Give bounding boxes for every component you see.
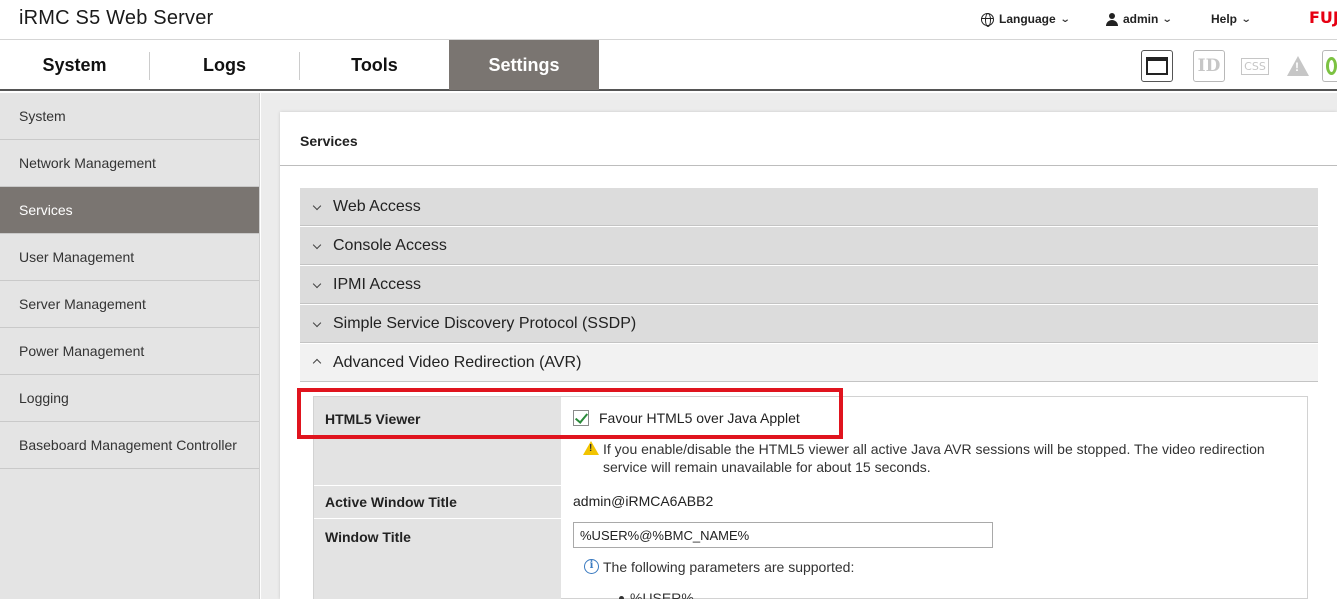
tab-system[interactable]: System [0, 40, 149, 90]
page-title: Services [300, 133, 358, 149]
sidebar-item-system[interactable]: System [0, 93, 259, 140]
console-window-icon [1146, 57, 1168, 75]
section-console-access[interactable]: Console Access [300, 227, 1318, 265]
html5-warning-text: If you enable/disable the HTML5 viewer a… [603, 441, 1265, 475]
row-divider [314, 518, 561, 519]
language-menu[interactable]: Language ⌄ [981, 12, 1071, 27]
section-avr[interactable]: Advanced Video Redirection (AVR) [300, 344, 1318, 382]
sidebar-item-network-management[interactable]: Network Management [0, 140, 259, 187]
chevron-down-icon: ⌄ [1162, 13, 1173, 25]
user-icon [1106, 12, 1118, 26]
section-label: Web Access [333, 197, 421, 215]
user-menu[interactable]: admin ⌄ [1106, 12, 1173, 26]
sidebar-item-baseboard-management-controller[interactable]: Baseboard Management Controller [0, 422, 259, 469]
chevron-down-icon [300, 279, 333, 290]
warning-icon [583, 441, 599, 455]
sidebar-item-server-management[interactable]: Server Management [0, 281, 259, 328]
id-led-button[interactable]: ID [1193, 50, 1225, 82]
section-ipmi-access[interactable]: IPMI Access [300, 266, 1318, 304]
warning-button[interactable] [1282, 50, 1314, 82]
highlight-annotation [297, 388, 843, 439]
power-button[interactable] [1322, 50, 1337, 82]
help-label: Help [1211, 12, 1238, 26]
title-divider [280, 165, 1337, 166]
active-window-title-label: Active Window Title [325, 494, 457, 510]
window-title-input[interactable] [573, 522, 993, 548]
sidebar-item-user-management[interactable]: User Management [0, 234, 259, 281]
css-icon: CSS [1241, 57, 1269, 75]
globe-icon [981, 12, 994, 27]
app-title: iRMC S5 Web Server [19, 7, 214, 29]
sidebar-item-services[interactable]: Services [0, 187, 259, 234]
id-led-icon: ID [1197, 56, 1221, 76]
param-list-item: %USER% [619, 590, 694, 599]
main-nav: System Logs Tools Settings ID CSS [0, 40, 1337, 91]
brand-logo: FUJITSU [1309, 8, 1337, 27]
warning-icon [1287, 56, 1309, 76]
sidebar-item-logging[interactable]: Logging [0, 375, 259, 422]
sidebar-item-power-management[interactable]: Power Management [0, 328, 259, 375]
window-title-label: Window Title [325, 529, 411, 545]
sidebar: System Network Management Services User … [0, 93, 260, 599]
chevron-down-icon: ⌄ [1059, 13, 1071, 25]
section-label: Advanced Video Redirection (AVR) [333, 353, 582, 371]
row-divider [314, 485, 561, 486]
chevron-up-icon [300, 356, 333, 369]
params-info-text: The following parameters are supported: [603, 559, 855, 575]
section-web-access[interactable]: Web Access [300, 188, 1318, 226]
section-ssdp[interactable]: Simple Service Discovery Protocol (SSDP) [300, 305, 1318, 343]
language-label: Language [999, 12, 1056, 26]
section-label: Simple Service Discovery Protocol (SSDP) [333, 314, 637, 332]
chevron-down-icon [300, 318, 333, 329]
tab-tools[interactable]: Tools [300, 40, 449, 90]
console-window-button[interactable] [1141, 50, 1173, 82]
help-menu[interactable]: Help ⌄ [1211, 12, 1252, 26]
chevron-down-icon [300, 240, 333, 251]
top-header: iRMC S5 Web Server Language ⌄ admin ⌄ He… [0, 0, 1337, 40]
css-button[interactable]: CSS [1239, 50, 1271, 82]
section-label: IPMI Access [333, 275, 422, 293]
chevron-down-icon [300, 201, 333, 212]
chevron-down-icon: ⌄ [1240, 13, 1252, 25]
tab-logs[interactable]: Logs [150, 40, 299, 90]
power-icon [1326, 57, 1337, 75]
section-label: Console Access [333, 236, 447, 254]
info-icon: i [584, 559, 599, 574]
active-window-title-value: admin@iRMCA6ABB2 [573, 493, 714, 509]
tab-settings[interactable]: Settings [449, 40, 599, 90]
user-label: admin [1123, 12, 1159, 26]
